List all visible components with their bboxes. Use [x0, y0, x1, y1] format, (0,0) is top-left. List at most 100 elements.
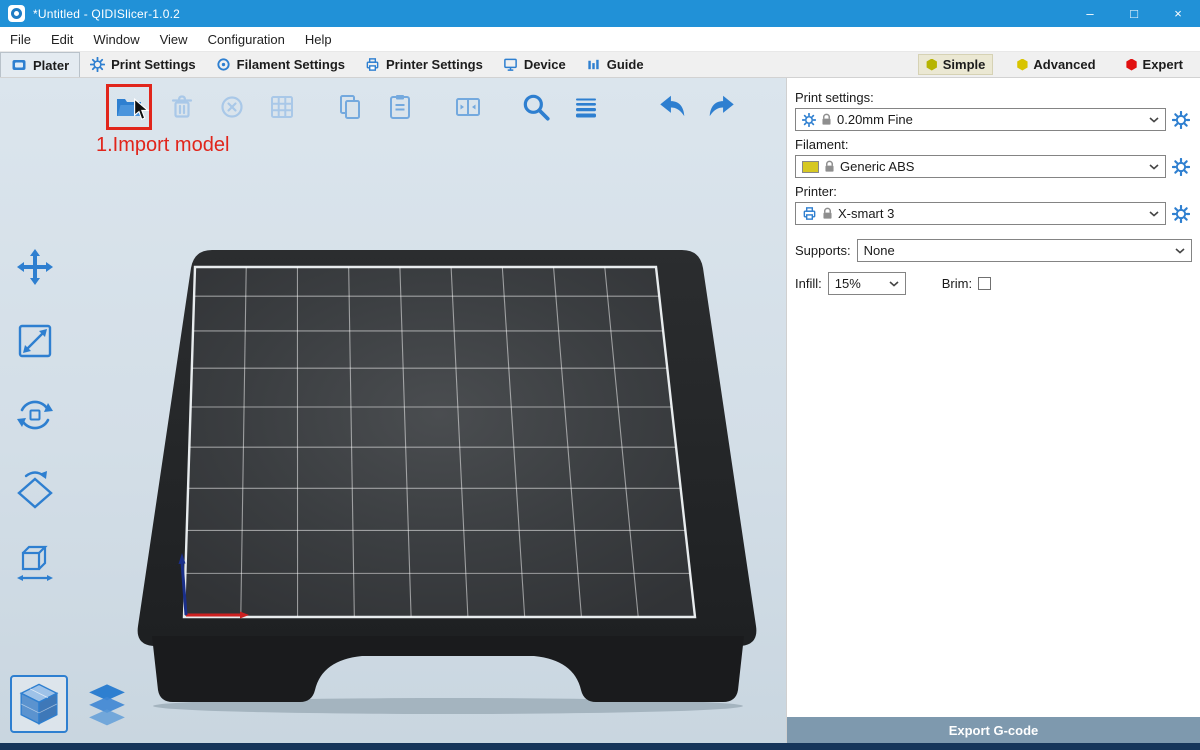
filament-value: Generic ABS [840, 159, 914, 174]
menu-configuration[interactable]: Configuration [198, 27, 295, 51]
tab-printer-settings[interactable]: Printer Settings [355, 52, 493, 77]
tab-guide[interactable]: Guide [576, 52, 654, 77]
print-settings-edit-button[interactable] [1170, 109, 1192, 131]
delete-icon [167, 92, 197, 122]
delete-all-icon [217, 92, 247, 122]
split-objects-icon [453, 92, 483, 122]
filament-combo[interactable]: Generic ABS [795, 155, 1166, 178]
window-title: *Untitled - QIDISlicer-1.0.2 [33, 7, 180, 21]
delete-button[interactable] [162, 87, 202, 127]
chevron-down-icon [1149, 164, 1159, 170]
place-on-face-button[interactable] [12, 466, 58, 512]
variable-layer-height-button[interactable] [566, 87, 606, 127]
brim-label: Brim: [942, 276, 972, 291]
printer-icon [802, 206, 817, 221]
paste-button[interactable] [380, 87, 420, 127]
preview-view-icon [82, 679, 132, 729]
brim-checkbox[interactable] [978, 277, 991, 290]
printer-edit-button[interactable] [1170, 203, 1192, 225]
printer-combo[interactable]: X-smart 3 [795, 202, 1166, 225]
toolbar-separator [498, 107, 506, 108]
infill-combo[interactable]: 15% [828, 272, 906, 295]
menu-help[interactable]: Help [295, 27, 342, 51]
editor-view-button[interactable] [10, 675, 68, 733]
tab-print-settings[interactable]: Print Settings [80, 52, 206, 77]
mode-switcher: Simple Advanced Expert [918, 52, 1200, 77]
gear-icon [1172, 205, 1190, 223]
mode-simple[interactable]: Simple [918, 54, 994, 75]
tab-label: Guide [607, 57, 644, 72]
preview-view-button[interactable] [78, 675, 136, 733]
scale-button[interactable] [12, 318, 58, 364]
plater-icon [11, 57, 27, 73]
mode-expert[interactable]: Expert [1119, 55, 1190, 74]
tab-device[interactable]: Device [493, 52, 576, 77]
filament-color-swatch [802, 161, 819, 173]
size-icon [13, 541, 57, 585]
close-button[interactable]: × [1156, 0, 1200, 27]
mouse-cursor [133, 98, 150, 121]
chevron-down-icon [889, 281, 899, 287]
paste-icon [385, 92, 415, 122]
printer-value: X-smart 3 [838, 206, 894, 221]
toolbar-separator [616, 107, 642, 108]
menu-window[interactable]: Window [83, 27, 149, 51]
filament-label: Filament: [795, 137, 1192, 152]
viewport-3d[interactable]: 1.Import model [0, 78, 786, 743]
supports-value: None [864, 243, 895, 258]
mode-label: Advanced [1033, 57, 1095, 72]
maximize-button[interactable]: □ [1112, 0, 1156, 27]
lock-icon [824, 160, 835, 173]
mode-advanced[interactable]: Advanced [1009, 55, 1102, 74]
filament-edit-button[interactable] [1170, 156, 1192, 178]
move-icon [13, 245, 57, 289]
search-button[interactable] [516, 87, 556, 127]
window-controls: – □ × [1068, 0, 1200, 27]
menu-view[interactable]: View [150, 27, 198, 51]
menu-edit[interactable]: Edit [41, 27, 83, 51]
editor-view-icon [14, 679, 64, 729]
chevron-down-icon [1149, 117, 1159, 123]
gear-icon [1172, 111, 1190, 129]
tab-filament-settings[interactable]: Filament Settings [206, 52, 355, 77]
scale-icon [13, 319, 57, 363]
size-button[interactable] [12, 540, 58, 586]
guide-icon [586, 57, 601, 72]
split-objects-button[interactable] [448, 87, 488, 127]
plater-toolbar [106, 84, 742, 130]
infill-label: Infill: [795, 276, 822, 291]
bed-plate [184, 267, 695, 617]
bed-front-skirt [152, 636, 744, 702]
supports-combo[interactable]: None [857, 239, 1192, 262]
tab-plater[interactable]: Plater [0, 52, 80, 77]
view-switch [10, 675, 136, 733]
export-gcode-button[interactable]: Export G-code [787, 717, 1200, 743]
minimize-button[interactable]: – [1068, 0, 1112, 27]
gear-icon [90, 57, 105, 72]
print-settings-combo[interactable]: 0.20mm Fine [795, 108, 1166, 131]
print-bed[interactable] [128, 244, 768, 714]
app-window: *Untitled - QIDISlicer-1.0.2 – □ × File … [0, 0, 1200, 750]
gear-icon [802, 113, 816, 127]
delete-all-button[interactable] [212, 87, 252, 127]
mode-label: Expert [1143, 57, 1183, 72]
variable-layer-height-icon [571, 92, 601, 122]
place-on-face-icon [13, 467, 57, 511]
chevron-down-icon [1149, 211, 1159, 217]
menu-bar: File Edit Window View Configuration Help [0, 27, 1200, 52]
redo-icon [706, 91, 738, 123]
window-bottom-edge [0, 743, 1200, 750]
copy-button[interactable] [330, 87, 370, 127]
redo-button[interactable] [702, 87, 742, 127]
printer-label: Printer: [795, 184, 1192, 199]
arrange-button[interactable] [262, 87, 302, 127]
rotate-button[interactable] [12, 392, 58, 438]
undo-button[interactable] [652, 87, 692, 127]
app-logo-icon [8, 5, 25, 22]
menu-file[interactable]: File [0, 27, 41, 51]
tab-label: Filament Settings [237, 57, 345, 72]
copy-icon [335, 92, 365, 122]
search-icon [520, 91, 552, 123]
supports-label: Supports: [795, 243, 851, 258]
move-button[interactable] [12, 244, 58, 290]
